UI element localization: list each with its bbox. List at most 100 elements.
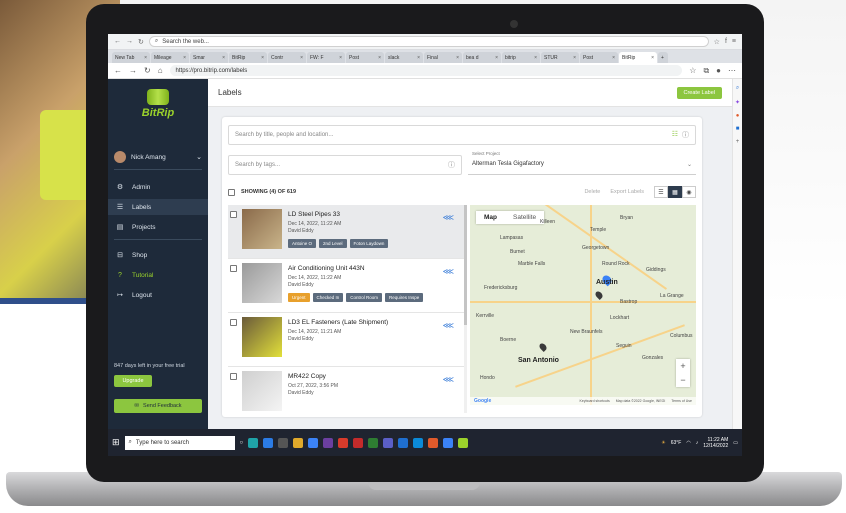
map-view-icon[interactable]: ▦ [668, 186, 682, 198]
list-scrollbar[interactable] [464, 205, 467, 413]
app-icon[interactable] [443, 437, 454, 448]
sidebar-item-logout[interactable]: ↦ Logout [108, 287, 208, 303]
back-icon[interactable]: ← [114, 66, 122, 75]
export-labels-button[interactable]: Export Labels [610, 189, 644, 195]
tag-badge[interactable]: Foton Laydown [349, 239, 389, 248]
refresh-icon[interactable]: ↻ [138, 38, 144, 46]
share-icon[interactable]: ⋘ [443, 213, 454, 222]
star-icon[interactable]: ☆ [714, 38, 720, 46]
list-item[interactable]: Air Conditioning Unit 443N Dec 14, 2022, … [228, 259, 464, 313]
map-tab[interactable]: Map [476, 211, 505, 224]
close-tab-icon[interactable]: × [534, 55, 537, 61]
tag-badge[interactable]: Antoine O [288, 239, 317, 248]
zoom-out-button[interactable]: − [676, 373, 690, 387]
close-tab-icon[interactable]: × [456, 55, 459, 61]
close-tab-icon[interactable]: × [378, 55, 381, 61]
list-item[interactable]: MR422 Copy Oct 27, 2022, 3:56 PM David Edd… [228, 367, 464, 413]
map-pin[interactable] [538, 342, 548, 352]
sidebar-item-admin[interactable]: ⚙ Admin [108, 179, 208, 195]
office-icon[interactable]: ● [736, 113, 740, 119]
close-tab-icon[interactable]: × [651, 55, 654, 61]
sidebar-item-projects[interactable]: ▤ Projects [108, 219, 208, 235]
tag-badge[interactable]: Control Room [346, 293, 383, 302]
outlook-icon[interactable]: ■ [736, 126, 740, 132]
delete-button[interactable]: Delete [584, 189, 600, 195]
app-icon[interactable] [323, 437, 334, 448]
browser-tab[interactable]: Mileage × [151, 52, 189, 63]
browser-tab[interactable]: slack × [385, 52, 423, 63]
item-checkbox[interactable] [230, 211, 237, 218]
close-tab-icon[interactable]: × [300, 55, 303, 61]
store-app-icon[interactable] [278, 437, 289, 448]
browser-tab[interactable]: Post × [346, 52, 384, 63]
taskbar-search-input[interactable]: ⌕ Type here to search [124, 435, 235, 450]
browser-tab[interactable]: Post × [580, 52, 618, 63]
filter-icon[interactable]: ☷ [672, 130, 678, 140]
forward-icon[interactable]: → [126, 38, 133, 45]
close-tab-icon[interactable]: × [495, 55, 498, 61]
upgrade-button[interactable]: Upgrade [114, 375, 152, 387]
excel-app-icon[interactable] [368, 437, 379, 448]
url-field[interactable]: https://pro.bitrip.com/labels [169, 65, 683, 76]
sidebar-item-tutorial[interactable]: ? Tutorial [108, 267, 208, 283]
search-icon[interactable]: ⌕ [736, 85, 739, 92]
acrobat-app-icon[interactable] [353, 437, 364, 448]
label-thumbnail[interactable] [242, 263, 282, 303]
chrome-app-icon[interactable] [308, 437, 319, 448]
windows-start-icon[interactable]: ⊞ [112, 437, 120, 448]
browser-tab[interactable]: BitRip × [229, 52, 267, 63]
satellite-tab[interactable]: Satellite [505, 211, 544, 224]
search-input[interactable]: Search by title, people and location... … [228, 125, 696, 145]
home-icon[interactable]: ⌂ [158, 66, 163, 75]
clock[interactable]: 11:22 AM 12/14/2022 [703, 437, 728, 449]
top-search-input[interactable]: ⌕ Search the web... [148, 36, 709, 47]
browser-tab[interactable]: bitrip × [502, 52, 540, 63]
back-icon[interactable]: ← [114, 38, 121, 45]
sparkle-icon[interactable]: ✦ [735, 99, 740, 106]
forward-icon[interactable]: → [129, 66, 137, 75]
add-icon[interactable]: + [736, 139, 740, 145]
label-thumbnail[interactable] [242, 209, 282, 249]
item-checkbox[interactable] [230, 319, 237, 326]
tag-badge[interactable]: Requires Inspe [385, 293, 424, 302]
browser-tab[interactable]: New Tab × [112, 52, 150, 63]
browser-tab[interactable]: Smar × [190, 52, 228, 63]
close-tab-icon[interactable]: × [144, 55, 147, 61]
item-checkbox[interactable] [230, 265, 237, 272]
share-icon[interactable]: ⋘ [443, 321, 454, 330]
close-tab-icon[interactable]: × [261, 55, 264, 61]
favorites-icon[interactable]: ☆ [689, 66, 696, 75]
close-tab-icon[interactable]: × [573, 55, 576, 61]
task-view-icon[interactable]: ○ [240, 440, 244, 446]
send-feedback-button[interactable]: ✉ Send Feedback [114, 399, 202, 413]
new-tab-button[interactable]: + [658, 52, 668, 63]
user-menu[interactable]: Nick Amang ⌄ [114, 149, 202, 165]
teams-app-icon[interactable] [383, 437, 394, 448]
sidebar-item-labels[interactable]: ☰ Labels [108, 199, 208, 215]
eye-icon[interactable]: ◉ [682, 186, 696, 198]
list-item[interactable]: LD Steel Pipes 33 Dec 14, 2022, 11:22 AM D… [228, 205, 464, 259]
map-pin[interactable] [594, 290, 604, 300]
browser-tab[interactable]: BitRip × [619, 52, 657, 63]
browser-tab[interactable]: FW: F × [307, 52, 345, 63]
close-tab-icon[interactable]: × [417, 55, 420, 61]
item-checkbox[interactable] [230, 373, 237, 380]
label-thumbnail[interactable] [242, 371, 282, 411]
outlook-app-icon[interactable] [398, 437, 409, 448]
mail-app-icon[interactable] [263, 437, 274, 448]
close-tab-icon[interactable]: × [222, 55, 225, 61]
edge-app-icon[interactable] [248, 437, 259, 448]
info-icon[interactable]: ⓘ [448, 160, 455, 170]
wifi-icon[interactable]: ◠ [686, 440, 690, 446]
list-item[interactable]: LD3 EL Fasteners (Late Shipment) Dec 14, … [228, 313, 464, 367]
project-select[interactable]: Select Project Alterman Tesla Gigafactor… [468, 149, 696, 175]
tag-badge[interactable]: Urgent [288, 293, 310, 302]
close-tab-icon[interactable]: × [339, 55, 342, 61]
map-view[interactable]: Map Satellite + − Google Keyboard shortc… [470, 205, 696, 405]
close-tab-icon[interactable]: × [612, 55, 615, 61]
bitrip-logo[interactable]: BitRip [134, 89, 182, 129]
extensions-icon[interactable]: ⧉ [703, 66, 709, 76]
browser-tab[interactable]: bea d × [463, 52, 501, 63]
label-thumbnail[interactable] [242, 317, 282, 357]
browser-tab[interactable]: Contr × [268, 52, 306, 63]
